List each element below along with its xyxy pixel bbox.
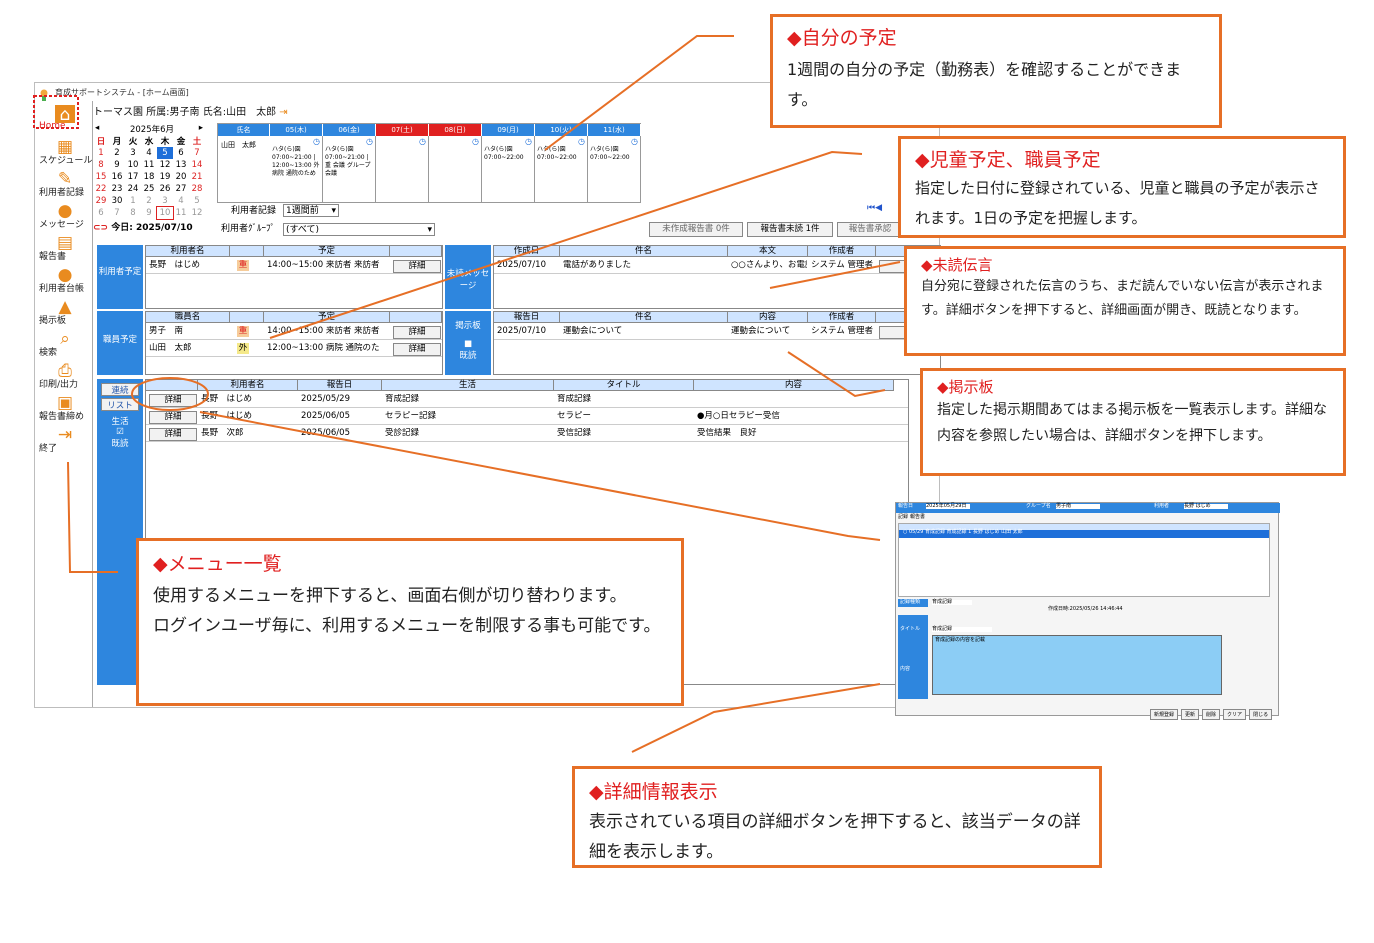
callout-unread-body: 自分宛に登録された伝言のうち、まだ読んでいない伝言が表示されます。詳細ボタンを押… [921,279,1324,318]
line-detail-button [199,411,881,541]
callout-detail-title: ◆詳細情報表示 [589,781,718,803]
callout-menu: ◆メニュー一覧 使用するメニューを押下すると、画面右側が切り替わります。 ログイ… [136,538,684,706]
line-my-schedule [544,35,734,151]
callout-unread-title: ◆未読伝言 [921,256,993,274]
callout-child-staff: ◆児童予定、職員予定 指定した日付に登録されている、児童と職員の予定が表示されま… [898,136,1346,238]
home-highlight [33,95,79,129]
line-board [787,351,886,398]
line-unread [769,261,901,289]
callout-my-schedule-body: 1週間の自分の予定（勤務表）を確認することができます。 [787,60,1182,109]
callout-detail: ◆詳細情報表示 表示されている項目の詳細ボタンを押下すると、該当データの詳細を表… [572,766,1102,868]
line-menu [67,461,118,573]
callout-menu-body: 使用するメニューを押下すると、画面右側が切り替わります。 ログインユーザ毎に、利… [153,586,661,636]
callout-unread: ◆未読伝言 自分宛に登録された伝言のうち、まだ読んでいない伝言が表示されます。詳… [904,246,1346,356]
callout-my-schedule: ◆自分の予定 1週間の自分の予定（勤務表）を確認することができます。 [770,14,1222,128]
callout-detail-body: 表示されている項目の詳細ボタンを押下すると、該当データの詳細を表示します。 [589,812,1081,862]
callout-board: ◆掲示板 指定した掲示期間あてはまる掲示板を一覧表示します。詳細な内容を参照した… [920,368,1346,476]
callout-child-staff-body: 指定した日付に登録されている、児童と職員の予定が表示されます。1日の予定を把握し… [915,179,1320,227]
callout-board-title: ◆掲示板 [937,378,994,396]
line-child-staff [269,150,863,339]
callout-board-body: 指定した掲示期間あてはまる掲示板を一覧表示します。詳細な内容を参照したい場合は、… [937,402,1328,444]
callout-my-schedule-title: ◆自分の予定 [787,27,897,49]
callout-menu-title: ◆メニュー一覧 [153,553,282,575]
callout-child-staff-title: ◆児童予定、職員予定 [915,149,1101,171]
detail-button-highlight [131,377,209,411]
